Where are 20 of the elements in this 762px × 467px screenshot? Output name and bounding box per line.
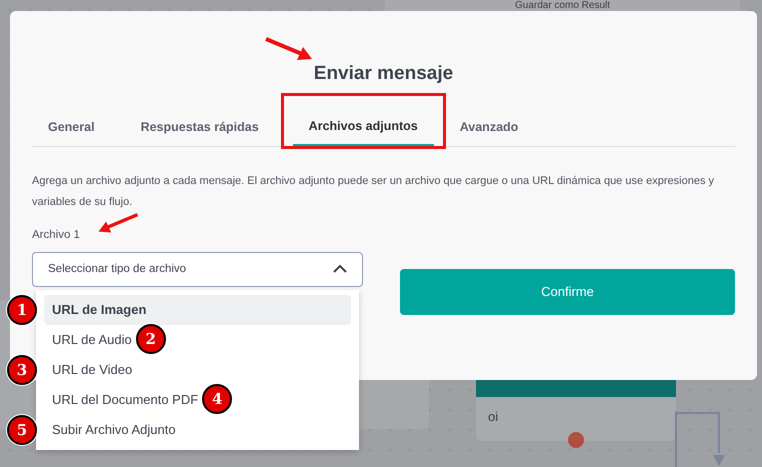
file-type-select[interactable]: Seleccionar tipo de archivo <box>32 252 363 287</box>
tab[interactable]: Respuestas rápidas <box>124 108 275 146</box>
number-marker: 3 <box>7 354 37 385</box>
tab[interactable]: General <box>32 108 111 146</box>
tab[interactable]: Archivos adjuntos <box>292 108 434 146</box>
dropdown-option[interactable]: URL de Imagen <box>44 294 351 325</box>
arrow-icon <box>96 212 140 234</box>
number-marker: 2 <box>136 324 166 354</box>
arrow-icon <box>264 37 314 63</box>
number-marker: 5 <box>7 414 37 445</box>
node-text: oi <box>488 408 498 426</box>
card-text: Guardar como Result <box>514 0 610 11</box>
connector-arrow <box>674 411 726 467</box>
chevron-icon <box>333 264 347 274</box>
number-marker: 1 <box>7 294 37 325</box>
tab[interactable]: Avanzado <box>444 108 534 146</box>
number-marker: 4 <box>202 384 232 414</box>
description-text: Agrega un archivo adjunto a cada mensaje. El archivo adjunto puede ser un archivo que cargue o una URL dinámica que use expresiones y variables de su flujo. <box>32 174 716 210</box>
dialog-title: Enviar mensaje <box>314 62 454 86</box>
field-label: Archivo 1 <box>32 228 80 242</box>
